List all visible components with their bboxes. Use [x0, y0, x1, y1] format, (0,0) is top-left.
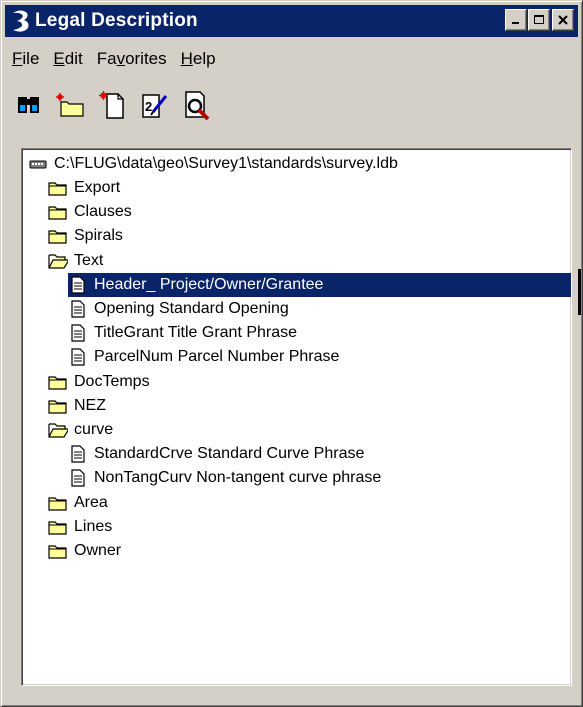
tree-item-label: curve [74, 421, 114, 438]
tree-item-label: Lines [74, 517, 113, 535]
maximize-button[interactable] [528, 9, 550, 31]
tree-item-folder[interactable]: Text [48, 249, 105, 273]
title-bar[interactable]: Legal Description [5, 5, 578, 37]
database-icon [28, 155, 48, 173]
tree-root[interactable]: C:\FLUG\data\geo\Survey1\standards\surve… [28, 152, 400, 176]
find-button[interactable] [11, 88, 47, 122]
document-icon [68, 324, 88, 342]
new-document-icon [99, 91, 124, 119]
folder-icon [48, 494, 68, 512]
folder-icon [48, 542, 68, 560]
tree-item-label: ParcelNum Parcel Number Phrase [94, 348, 340, 366]
tree-item-label: Clauses [74, 203, 132, 221]
preview-icon [185, 91, 210, 121]
folder-icon [48, 518, 68, 536]
folder-icon [48, 227, 68, 245]
svg-text:2: 2 [145, 99, 152, 114]
menu-edit[interactable]: Edit [46, 49, 89, 69]
new-document-button[interactable] [95, 88, 131, 122]
edit-document-icon: 2 [142, 94, 168, 118]
document-icon [68, 276, 88, 294]
tree-item-label: Owner [74, 542, 122, 559]
folder-icon [48, 397, 68, 415]
folder-icon [48, 179, 68, 197]
minimize-icon [512, 22, 519, 24]
tree-item-label: NonTangCurv Non-tangent curve phrase [94, 469, 382, 487]
legal-description-window: Legal Description File Edit Favorites He… [0, 0, 583, 707]
document-icon [68, 348, 88, 366]
minimize-button[interactable] [505, 9, 527, 31]
close-button[interactable] [552, 9, 574, 31]
app-icon [9, 8, 33, 34]
open-folder-icon [48, 252, 68, 270]
tree-item-label: Export [74, 179, 121, 196]
find-icon [18, 97, 39, 113]
tree-item-folder[interactable]: Lines [48, 515, 114, 539]
tree-item-folder[interactable]: Export [48, 176, 122, 200]
root-path: C:\FLUG\data\geo\Survey1\standards\surve… [54, 155, 398, 172]
tree-item-folder[interactable]: curve [48, 418, 115, 442]
tree-item-folder[interactable]: NEZ [48, 394, 108, 418]
tree-item-label: Spirals [74, 227, 123, 245]
tree-item-document[interactable]: Header_ Project/Owner/Grantee [68, 273, 326, 297]
tree-item-label: Opening Standard Opening [94, 300, 289, 317]
menu-help[interactable]: Help [174, 49, 223, 69]
window-title: Legal Description [35, 10, 198, 31]
tree-item-label: DocTemps [74, 372, 150, 390]
tree-item-label: TitleGrant Title Grant Phrase [94, 324, 298, 342]
resize-edge [578, 269, 581, 315]
folder-icon [48, 203, 68, 221]
preview-button[interactable] [179, 88, 215, 122]
close-icon [558, 15, 568, 25]
tree-item-document[interactable]: TitleGrant Title Grant Phrase [68, 321, 299, 345]
document-icon [68, 469, 88, 487]
tree-item-folder[interactable]: Spirals [48, 224, 125, 248]
tree-item-folder[interactable]: Clauses [48, 200, 134, 224]
document-icon [68, 300, 88, 318]
new-folder-button[interactable] [53, 88, 89, 122]
menu-file[interactable]: File [5, 49, 46, 69]
tree-item-label: StandardCrve Standard Curve Phrase [94, 445, 365, 463]
tree-item-document[interactable]: Opening Standard Opening [68, 297, 291, 321]
maximize-icon [534, 15, 544, 24]
tree-view[interactable]: C:\FLUG\data\geo\Survey1\standards\surve… [21, 148, 572, 686]
tree-item-label: NEZ [74, 396, 106, 414]
document-icon [68, 445, 88, 463]
tree-item-label: Text [74, 251, 104, 269]
menu-favorites[interactable]: Favorites [90, 49, 174, 69]
tree-item-label: Header_ Project/Owner/Grantee [92, 275, 326, 294]
tree-item-document[interactable]: NonTangCurv Non-tangent curve phrase [68, 466, 383, 490]
menu-bar: File Edit Favorites Help [5, 45, 223, 73]
folder-icon [48, 373, 68, 391]
tree-item-document[interactable]: StandardCrve Standard Curve Phrase [68, 442, 366, 466]
tree-item-document[interactable]: ParcelNum Parcel Number Phrase [68, 345, 341, 369]
edit-document-button[interactable]: 2 [137, 88, 173, 122]
tree-item-label: Area [74, 493, 108, 511]
open-folder-icon [48, 421, 68, 439]
tree-item-folder[interactable]: Area [48, 491, 110, 515]
new-folder-icon [56, 93, 84, 117]
tree-item-folder[interactable]: Owner [48, 539, 123, 563]
toolbar: 2 [11, 87, 221, 123]
tree-item-folder[interactable]: DocTemps [48, 370, 152, 394]
